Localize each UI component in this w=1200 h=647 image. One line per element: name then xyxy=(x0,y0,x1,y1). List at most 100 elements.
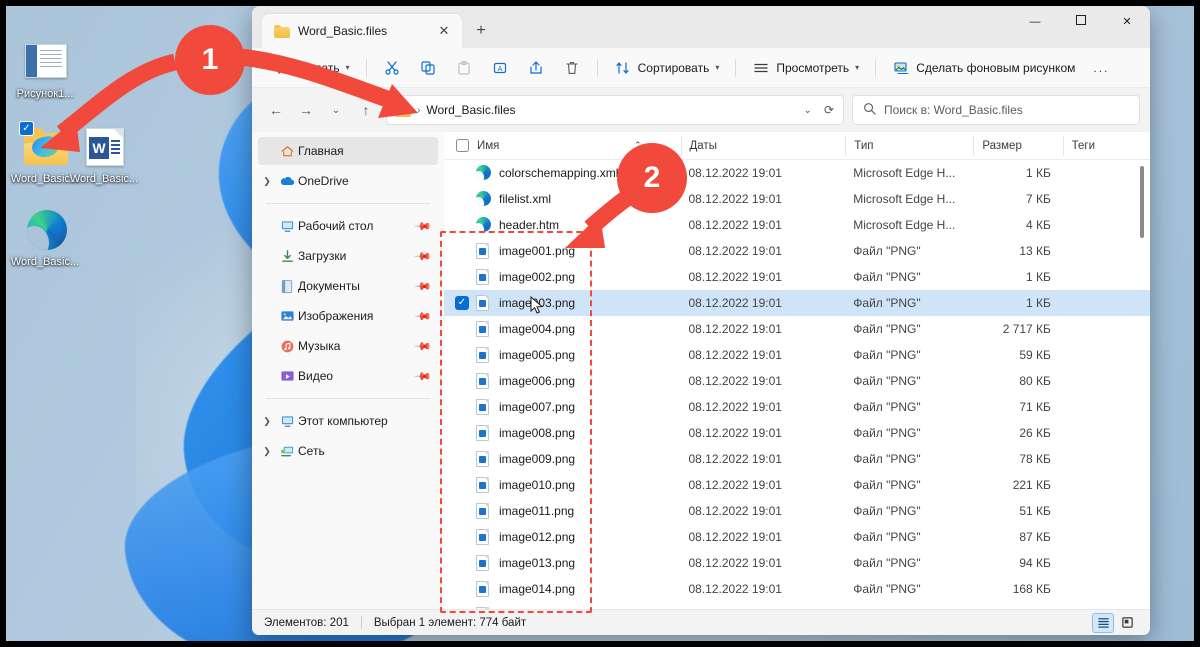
chevron-right-icon[interactable]: ❯ xyxy=(258,416,276,427)
scrollbar-thumb[interactable] xyxy=(1140,166,1144,238)
cell-type: Файл "PNG" xyxy=(853,478,921,492)
cell-type: Файл "PNG" xyxy=(853,270,921,284)
new-tab-button[interactable]: + xyxy=(466,16,496,46)
cell-date: 08.12.2022 19:01 xyxy=(688,452,782,466)
desktop-icon-word-document[interactable]: W Word_Basic... xyxy=(65,125,143,186)
pin-icon[interactable]: 📌 xyxy=(414,307,433,325)
sidebar-item-label: Главная xyxy=(298,144,344,158)
cell-date: 08.12.2022 19:01 xyxy=(688,504,782,518)
chevron-right-icon[interactable]: ❯ xyxy=(258,176,276,187)
cell-size: 80 КБ xyxy=(1019,374,1051,388)
cell-date: 08.12.2022 19:01 xyxy=(688,400,782,414)
screenshot-root: Рисунок1... ✓ Word_Basic... W Word_Basic… xyxy=(0,0,1200,647)
status-divider xyxy=(360,616,362,629)
search-icon xyxy=(863,102,876,118)
toolbar-divider xyxy=(735,58,737,77)
sidebar-item-videos[interactable]: Видео 📌 xyxy=(258,362,438,390)
sidebar-item-downloads[interactable]: Загрузки 📌 xyxy=(258,242,438,270)
details-view-button[interactable] xyxy=(1092,612,1114,633)
large-icons-view-button[interactable] xyxy=(1116,613,1138,633)
forward-button[interactable]: → xyxy=(292,96,320,124)
pin-icon[interactable]: 📌 xyxy=(414,277,433,295)
scissors-icon xyxy=(383,59,401,77)
large-icons-view-icon xyxy=(1121,617,1133,628)
chevron-down-icon[interactable]: ⌄ xyxy=(801,105,815,116)
sidebar-item-pictures[interactable]: Изображения 📌 xyxy=(258,302,438,330)
sidebar-item-onedrive[interactable]: ❯ OneDrive xyxy=(258,167,438,195)
refresh-icon[interactable]: ⟳ xyxy=(821,103,837,117)
item-count-label: Элементов: 201 xyxy=(264,616,349,629)
maximize-icon xyxy=(1076,15,1086,25)
rename-button[interactable]: A xyxy=(483,53,517,83)
sidebar-item-network[interactable]: ❯ Сеть xyxy=(258,437,438,465)
up-button[interactable]: ↑ xyxy=(352,96,380,124)
folder-selected-checkbox[interactable]: ✓ xyxy=(19,121,34,136)
cell-type: Файл "PNG" xyxy=(853,504,921,518)
file-name-label: filelist.xml xyxy=(499,192,552,206)
desktop-icon-picture[interactable]: Рисунок1... xyxy=(6,40,84,101)
sidebar-item-music[interactable]: Музыка 📌 xyxy=(258,332,438,360)
paste-button[interactable] xyxy=(447,53,481,83)
edge-html-icon xyxy=(21,208,69,252)
cell-type: Файл "PNG" xyxy=(853,556,921,570)
chevron-down-icon: ▾ xyxy=(345,63,350,72)
cell-date: 08.12.2022 19:01 xyxy=(688,374,782,388)
column-header-date[interactable]: Даты xyxy=(680,135,846,156)
select-all-checkbox[interactable] xyxy=(456,139,469,152)
share-icon xyxy=(527,59,545,77)
desktop-icon-word-basic-html[interactable]: Word_Basic... xyxy=(6,208,84,269)
copy-button[interactable] xyxy=(411,53,445,83)
mouse-cursor xyxy=(530,296,544,314)
network-icon xyxy=(276,444,298,458)
pin-icon[interactable]: 📌 xyxy=(414,367,433,385)
new-button[interactable]: Создать ▾ xyxy=(262,53,358,83)
column-header-size[interactable]: Размер xyxy=(973,135,1062,156)
more-options-button[interactable]: ... xyxy=(1085,53,1117,83)
sort-button[interactable]: Сортировать ▾ xyxy=(606,53,728,83)
address-bar[interactable]: › Word_Basic.files ⌄ ⟳ xyxy=(386,95,844,125)
cell-size: 1 КБ xyxy=(1026,296,1051,310)
minimize-button[interactable]: — xyxy=(1012,6,1058,38)
close-window-button[interactable]: ✕ xyxy=(1104,6,1150,38)
cell-size: 26 КБ xyxy=(1019,426,1051,440)
tab-word-basic-files[interactable]: Word_Basic.files ✕ xyxy=(262,14,462,48)
sidebar-item-desktop[interactable]: Рабочий стол 📌 xyxy=(258,212,438,240)
cell-size: 94 КБ xyxy=(1019,556,1051,570)
sidebar-item-this-pc[interactable]: ❯ Этот компьютер xyxy=(258,407,438,435)
sidebar-item-home[interactable]: Главная xyxy=(258,137,438,165)
pin-icon[interactable]: 📌 xyxy=(414,217,433,235)
pin-icon[interactable]: 📌 xyxy=(414,247,433,265)
pin-icon[interactable]: 📌 xyxy=(414,337,433,355)
annotation-badge-2: 2 xyxy=(617,143,687,213)
back-button[interactable]: ← xyxy=(262,96,290,124)
column-header-tags[interactable]: Теги xyxy=(1062,135,1150,156)
cut-button[interactable] xyxy=(375,53,409,83)
chevron-right-icon[interactable]: ❯ xyxy=(258,446,276,457)
cell-date: 08.12.2022 19:01 xyxy=(688,348,782,362)
column-header-type[interactable]: Тип xyxy=(845,135,973,156)
cell-size: 1 КБ xyxy=(1026,166,1051,180)
title-bar: Word_Basic.files ✕ + — ✕ xyxy=(252,6,1150,48)
cell-type: Файл "PNG" xyxy=(853,530,921,544)
cell-type: Файл "PNG" xyxy=(853,322,921,336)
close-tab-icon[interactable]: ✕ xyxy=(434,21,454,41)
documents-icon xyxy=(276,279,298,294)
desktop-icon-label: Рисунок1... xyxy=(16,88,74,100)
table-row[interactable]: filelist.xml 08.12.2022 19:01 Microsoft Ed… xyxy=(444,186,1150,212)
recent-locations-button[interactable]: ⌄ xyxy=(322,96,350,124)
maximize-button[interactable] xyxy=(1058,6,1104,38)
view-button[interactable]: Просмотреть ▾ xyxy=(744,53,867,83)
share-button[interactable] xyxy=(519,53,553,83)
onedrive-cloud-icon xyxy=(276,175,298,187)
delete-button[interactable] xyxy=(555,53,589,83)
table-row[interactable]: colorschemapping.xml 08.12.2022 19:01 Micr… xyxy=(444,160,1150,186)
set-as-background-button[interactable]: Сделать фоновым рисунком xyxy=(884,53,1083,83)
file-explorer-window: Word_Basic.files ✕ + — ✕ Создать ▾ A Сор… xyxy=(252,6,1150,635)
wallpaper-icon xyxy=(892,59,910,77)
search-input[interactable]: Поиск в: Word_Basic.files xyxy=(852,95,1140,125)
vertical-scrollbar[interactable] xyxy=(1136,162,1148,607)
cell-size: 7 КБ xyxy=(1026,192,1051,206)
sidebar-item-documents[interactable]: Документы 📌 xyxy=(258,272,438,300)
cell-size: 2 717 КБ xyxy=(1002,322,1051,336)
cell-date: 08.12.2022 19:01 xyxy=(688,478,782,492)
